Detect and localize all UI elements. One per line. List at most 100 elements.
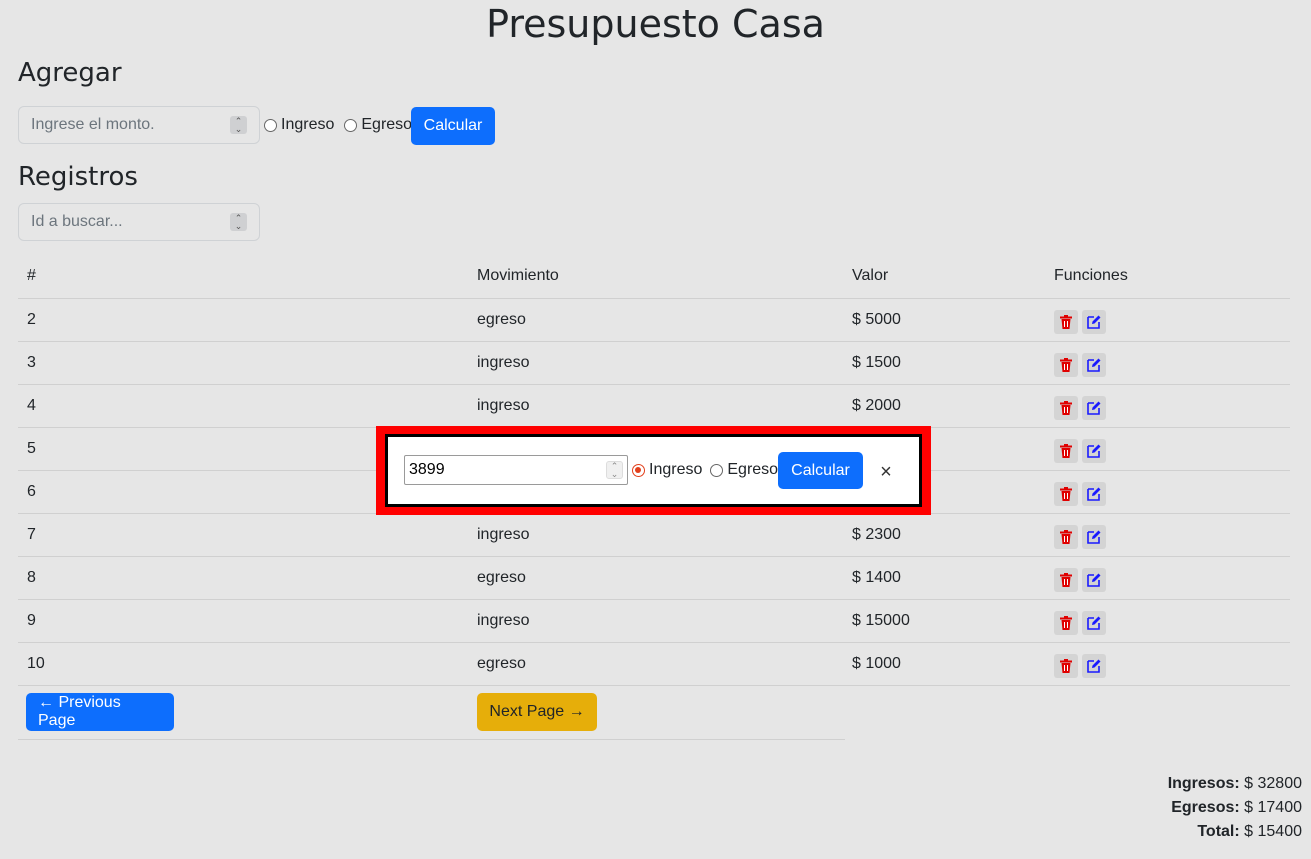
row-functions <box>1045 470 1290 514</box>
table-row: 8 egreso $ 1400 <box>18 556 1290 600</box>
search-placeholder: Id a buscar... <box>31 213 123 230</box>
row-value: $ 1000 <box>843 642 1045 686</box>
row-id: 7 <box>18 513 468 557</box>
calculate-button[interactable]: Calcular <box>411 107 495 145</box>
page-title: Presupuesto Casa <box>486 2 825 46</box>
row-value: $ 1500 <box>843 341 1045 385</box>
edit-radio-income-label: Ingreso <box>649 461 703 478</box>
edit-icon <box>1087 659 1101 673</box>
trash-icon <box>1060 486 1072 501</box>
row-movement: ingreso <box>468 599 843 643</box>
income-total: Ingresos: $ 32800 <box>1168 772 1302 796</box>
header-movement: Movimiento <box>468 255 843 299</box>
edit-icon <box>1087 444 1101 458</box>
delete-button[interactable] <box>1054 567 1078 592</box>
edit-button[interactable] <box>1082 481 1106 506</box>
edit-button[interactable] <box>1082 309 1106 334</box>
amount-input[interactable]: Ingrese el monto. ⌃ ⌄ <box>18 106 260 144</box>
delete-button[interactable] <box>1054 610 1078 635</box>
income-total-label: Ingresos: <box>1167 775 1240 792</box>
header-functions: Funciones <box>1045 255 1290 299</box>
edit-radio-expense[interactable] <box>710 463 724 477</box>
row-functions <box>1045 642 1290 686</box>
spinner-icon[interactable]: ⌃ ⌄ <box>606 461 623 479</box>
spinner-icon[interactable]: ⌃ ⌄ <box>230 116 247 134</box>
edit-button[interactable] <box>1082 567 1106 592</box>
table-row: 9 ingreso $ 15000 <box>18 599 1290 643</box>
row-id: 8 <box>18 556 468 600</box>
type-radio-group: Ingreso Egreso <box>264 116 412 134</box>
delete-button[interactable] <box>1054 309 1078 334</box>
edit-icon <box>1087 315 1101 329</box>
row-functions <box>1045 384 1290 428</box>
trash-icon <box>1060 615 1072 630</box>
edit-button[interactable] <box>1082 395 1106 420</box>
trash-icon <box>1060 357 1072 372</box>
next-page-button[interactable]: Next Page → <box>477 693 597 731</box>
row-functions <box>1045 427 1290 471</box>
row-movement: ingreso <box>468 341 843 385</box>
edit-button[interactable] <box>1082 524 1106 549</box>
edit-modal-body: 3899 ⌃ ⌄ Ingreso Egreso Calcular × <box>385 434 922 507</box>
radio-income[interactable] <box>264 118 277 132</box>
delete-button[interactable] <box>1054 352 1078 377</box>
table-row: 7 ingreso $ 2300 <box>18 513 1290 557</box>
edit-button[interactable] <box>1082 352 1106 377</box>
row-movement: egreso <box>468 556 843 600</box>
edit-button[interactable] <box>1082 653 1106 678</box>
edit-amount-input[interactable]: 3899 ⌃ ⌄ <box>404 455 628 485</box>
row-id: 9 <box>18 599 468 643</box>
radio-expense[interactable] <box>344 118 358 132</box>
amount-placeholder: Ingrese el monto. <box>31 116 155 133</box>
delete-button[interactable] <box>1054 524 1078 549</box>
edit-icon <box>1087 358 1101 372</box>
edit-radio-expense-label: Egreso <box>727 461 779 478</box>
trash-icon <box>1060 529 1072 544</box>
row-movement: egreso <box>468 298 843 342</box>
table-row: 4 ingreso $ 2000 <box>18 384 1290 428</box>
row-movement: ingreso <box>468 384 843 428</box>
row-id: 10 <box>18 642 468 686</box>
row-id: 2 <box>18 298 468 342</box>
table-row: 10 egreso $ 1000 <box>18 642 1290 686</box>
trash-icon <box>1060 572 1072 587</box>
search-id-input[interactable]: Id a buscar... ⌃ ⌄ <box>18 203 260 241</box>
row-value: $ 2300 <box>843 513 1045 557</box>
table-header-row: # Movimiento Valor Funciones <box>18 255 1290 299</box>
close-icon[interactable]: × <box>877 462 895 482</box>
expense-total-label: Egresos: <box>1171 799 1240 816</box>
previous-page-button[interactable]: ← Previous Page <box>26 693 174 731</box>
edit-icon <box>1087 487 1101 501</box>
edit-icon <box>1087 530 1101 544</box>
spinner-icon[interactable]: ⌃ ⌄ <box>230 213 247 231</box>
row-id: 4 <box>18 384 468 428</box>
totals-summary: Ingresos: $ 32800 Egresos: $ 17400 Total… <box>1168 772 1302 844</box>
row-functions <box>1045 298 1290 342</box>
delete-button[interactable] <box>1054 653 1078 678</box>
row-functions <box>1045 599 1290 643</box>
edit-button[interactable] <box>1082 610 1106 635</box>
grand-total-label: Total: <box>1197 823 1240 840</box>
edit-button[interactable] <box>1082 438 1106 463</box>
edit-modal: 3899 ⌃ ⌄ Ingreso Egreso Calcular × <box>376 426 931 515</box>
edit-icon <box>1087 573 1101 587</box>
row-id: 3 <box>18 341 468 385</box>
row-value: $ 1400 <box>843 556 1045 600</box>
edit-calculate-button[interactable]: Calcular <box>778 452 863 489</box>
trash-icon <box>1060 443 1072 458</box>
edit-radio-income[interactable] <box>632 463 645 477</box>
row-functions <box>1045 556 1290 600</box>
delete-button[interactable] <box>1054 481 1078 506</box>
pagination: ← Previous Page Next Page → <box>18 685 845 740</box>
row-value: $ 5000 <box>843 298 1045 342</box>
edit-amount-value: 3899 <box>409 461 445 478</box>
delete-button[interactable] <box>1054 438 1078 463</box>
trash-icon <box>1060 400 1072 415</box>
grand-total: Total: $ 15400 <box>1168 820 1302 844</box>
grand-total-value: $ 15400 <box>1244 823 1302 840</box>
expense-total-value: $ 17400 <box>1244 799 1302 816</box>
row-movement: egreso <box>468 642 843 686</box>
delete-button[interactable] <box>1054 395 1078 420</box>
add-section-heading: Agregar <box>18 58 122 88</box>
income-total-value: $ 32800 <box>1244 775 1302 792</box>
